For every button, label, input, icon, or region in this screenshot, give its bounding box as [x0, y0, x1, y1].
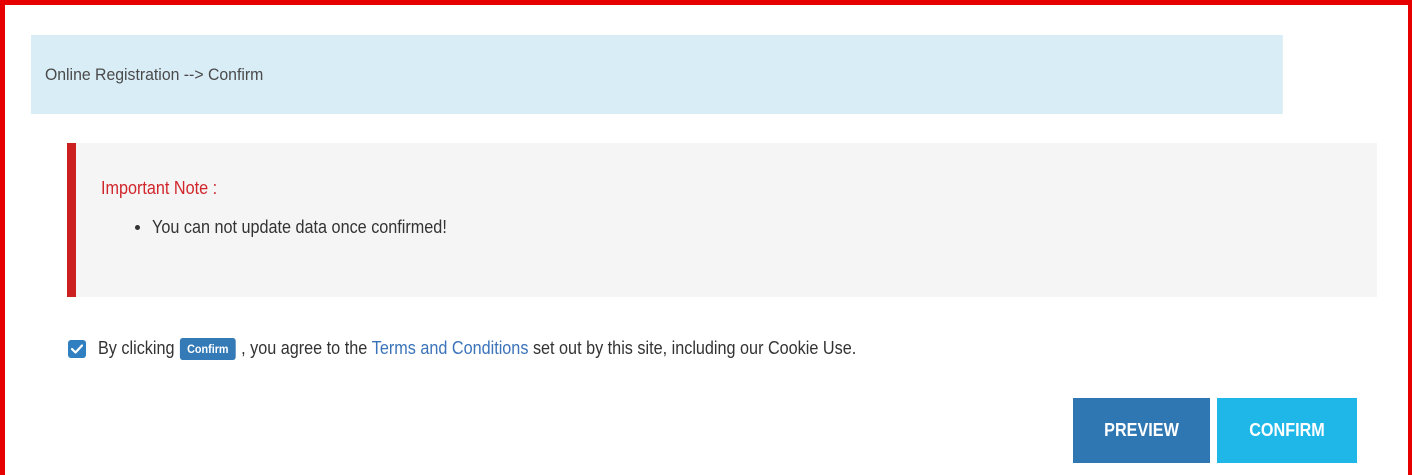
confirm-button[interactable]: CONFIRM: [1217, 398, 1357, 463]
note-list: You can not update data once confirmed!: [130, 217, 480, 238]
check-icon: [71, 344, 83, 354]
agreement-middle: , you agree to the: [241, 338, 368, 359]
note-title: Important Note :: [101, 178, 218, 198]
preview-button-label: PREVIEW: [1104, 420, 1179, 440]
page-header: Online Registration --> Confirm: [31, 35, 1283, 114]
breadcrumb: Online Registration --> Confirm: [44, 64, 264, 84]
agreement-suffix: set out by this site, including our Cook…: [532, 338, 857, 359]
agree-checkbox[interactable]: [68, 340, 86, 358]
bullet-icon: [135, 225, 140, 230]
agreement-prefix: By clicking: [98, 338, 175, 359]
list-item: You can not update data once confirmed!: [130, 217, 480, 238]
note-item-text: You can not update data once confirmed!: [152, 217, 447, 237]
preview-button[interactable]: PREVIEW: [1073, 398, 1210, 463]
confirm-badge: Confirm: [179, 337, 236, 361]
agreement-text: By clicking Confirm , you agree to the T…: [98, 337, 857, 361]
terms-agreement: By clicking Confirm , you agree to the T…: [68, 332, 940, 366]
terms-link[interactable]: Terms and Conditions: [372, 338, 529, 359]
confirm-button-label: CONFIRM: [1249, 420, 1325, 440]
